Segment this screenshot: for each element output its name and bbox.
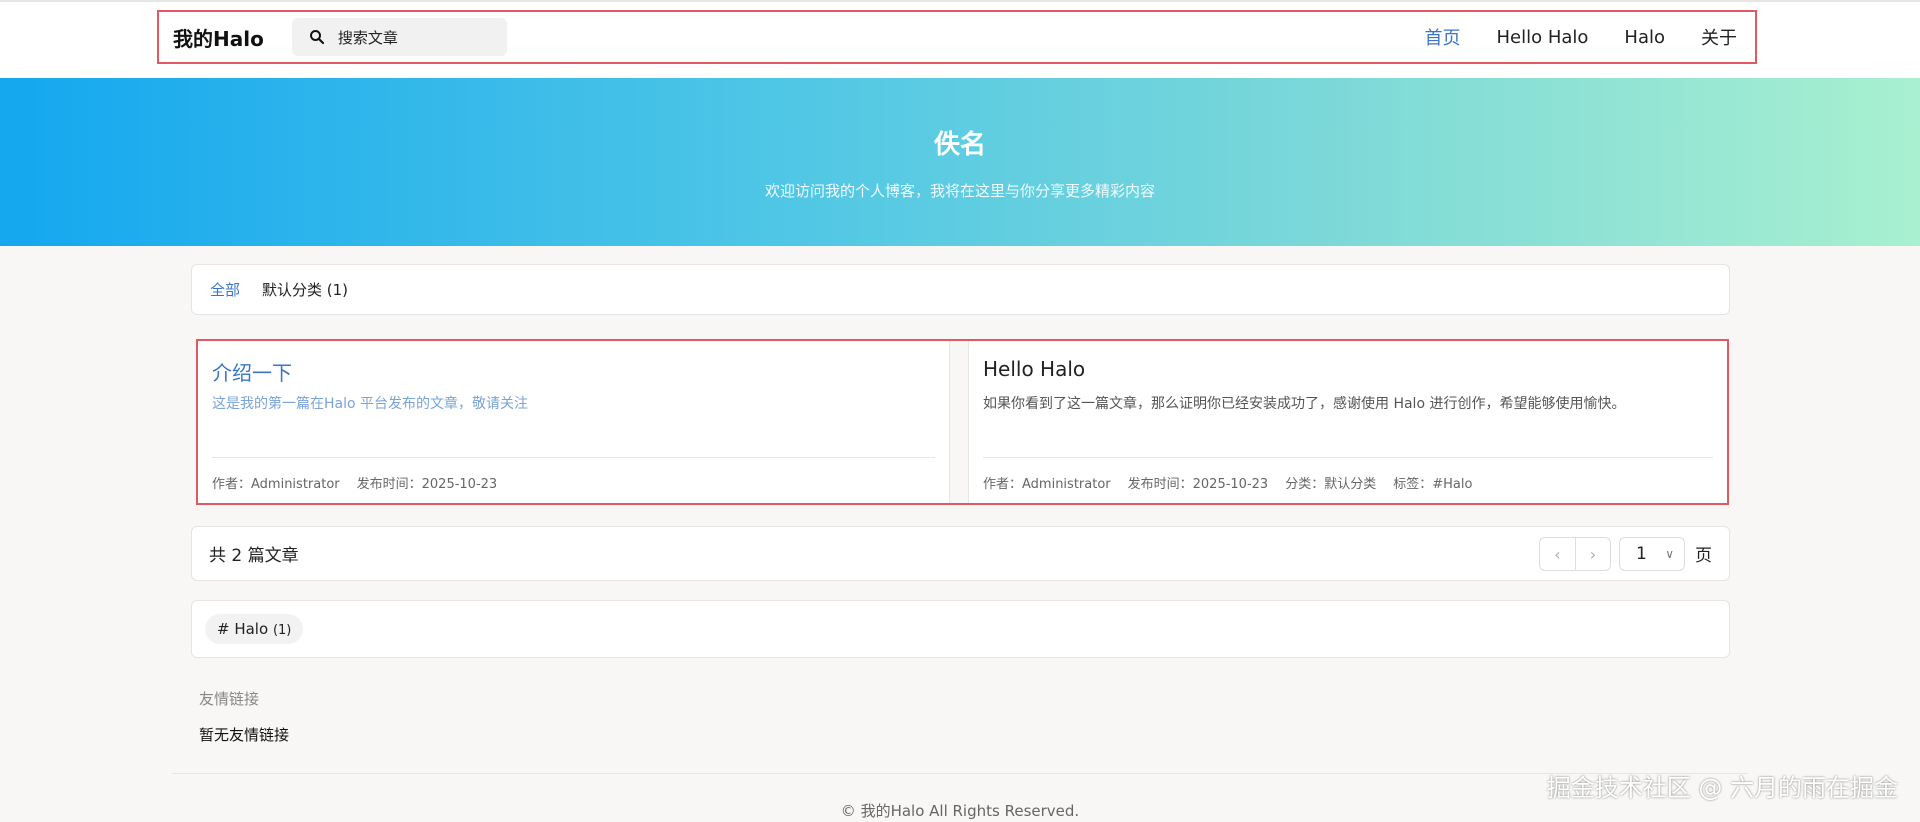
post-author: 作者：Administrator [212,477,340,492]
nav-item-about[interactable]: 关于 [1701,24,1737,50]
hero-banner: 佚名 欢迎访问我的个人博客，我将在这里与你分享更多精彩内容 [0,78,1920,246]
post-meta: 作者：Administrator 发布时间：2025-10-23 分类：默认分类… [983,473,1489,492]
page-buttons: ‹ › [1539,536,1611,571]
tag-cloud: # Halo (1) [191,600,1730,658]
nav-item-hello-halo[interactable]: Hello Halo [1496,27,1588,48]
chevron-down-icon: ∨ [1665,546,1674,561]
search-placeholder: 搜索文章 [337,28,398,47]
pagination-controls: ‹ › 1 ∨ 页 [1539,536,1712,571]
search-box[interactable]: 搜索文章 [291,18,507,56]
next-page-button[interactable]: › [1575,537,1610,570]
nav-item-halo[interactable]: Halo [1624,27,1665,48]
header-bar: 我的Halo 搜索文章 首页 Hello Halo Halo 关于 [157,10,1757,64]
post-title[interactable]: Hello Halo [983,357,1085,381]
post-date: 发布时间：2025-10-23 [356,477,498,492]
prev-page-button[interactable]: ‹ [1540,538,1575,570]
friend-links-title: 友情链接 [199,690,260,708]
category-all[interactable]: 全部 [210,279,240,300]
nav-item-home[interactable]: 首页 [1424,24,1460,50]
post-title[interactable]: 介绍一下 [212,357,292,386]
tag-label: # Halo [217,620,269,638]
category-default[interactable]: 默认分类 (1) [262,279,348,300]
post-list: 介绍一下 这是我的第一篇在Halo 平台发布的文章，敬请关注 作者：Admini… [196,339,1729,505]
site-title[interactable]: 我的Halo [173,23,264,52]
site-header: 我的Halo 搜索文章 首页 Hello Halo Halo 关于 [0,2,1920,78]
page-unit: 页 [1695,546,1712,566]
page-select[interactable]: 1 ∨ [1619,536,1685,571]
post-date: 发布时间：2025-10-23 [1127,477,1269,492]
main-nav: 首页 Hello Halo Halo 关于 [1388,24,1737,50]
post-tag[interactable]: 标签：#Halo [1393,473,1472,492]
post-divider [983,457,1713,458]
post-excerpt[interactable]: 如果你看到了这一篇文章，那么证明你已经安装成功了，感谢使用 Halo 进行创作，… [983,393,1625,413]
search-icon [309,30,324,45]
post-excerpt[interactable]: 这是我的第一篇在Halo 平台发布的文章，敬请关注 [212,393,528,413]
tag-halo[interactable]: # Halo (1) [205,614,304,644]
friend-links-empty: 暂无友情链接 [199,726,290,744]
post-divider [212,457,935,458]
category-bar: 全部 默认分类 (1) [191,264,1730,315]
post-author: 作者：Administrator [983,477,1111,492]
current-page: 1 [1636,543,1647,564]
post-card[interactable]: Hello Halo 如果你看到了这一篇文章，那么证明你已经安装成功了，感谢使用… [968,341,1727,503]
post-category[interactable]: 分类：默认分类 [1285,473,1376,492]
post-meta: 作者：Administrator 发布时间：2025-10-23 [212,473,514,492]
footer-divider [172,773,1748,774]
footer-text: © 我的Halo All Rights Reserved. [840,802,1080,820]
hero-title: 佚名 [933,130,986,160]
post-card[interactable]: 介绍一下 这是我的第一篇在Halo 平台发布的文章，敬请关注 作者：Admini… [198,341,950,503]
pagination-bar: 共 2 篇文章 ‹ › 1 ∨ 页 [191,526,1730,581]
hero-subtitle: 欢迎访问我的个人博客，我将在这里与你分享更多精彩内容 [764,182,1155,200]
post-total: 共 2 篇文章 [209,546,299,566]
post-gap [950,341,968,503]
tag-count: (1) [272,623,292,638]
watermark: 掘金技术社区 @ 六月的雨在掘金 [1546,774,1898,802]
